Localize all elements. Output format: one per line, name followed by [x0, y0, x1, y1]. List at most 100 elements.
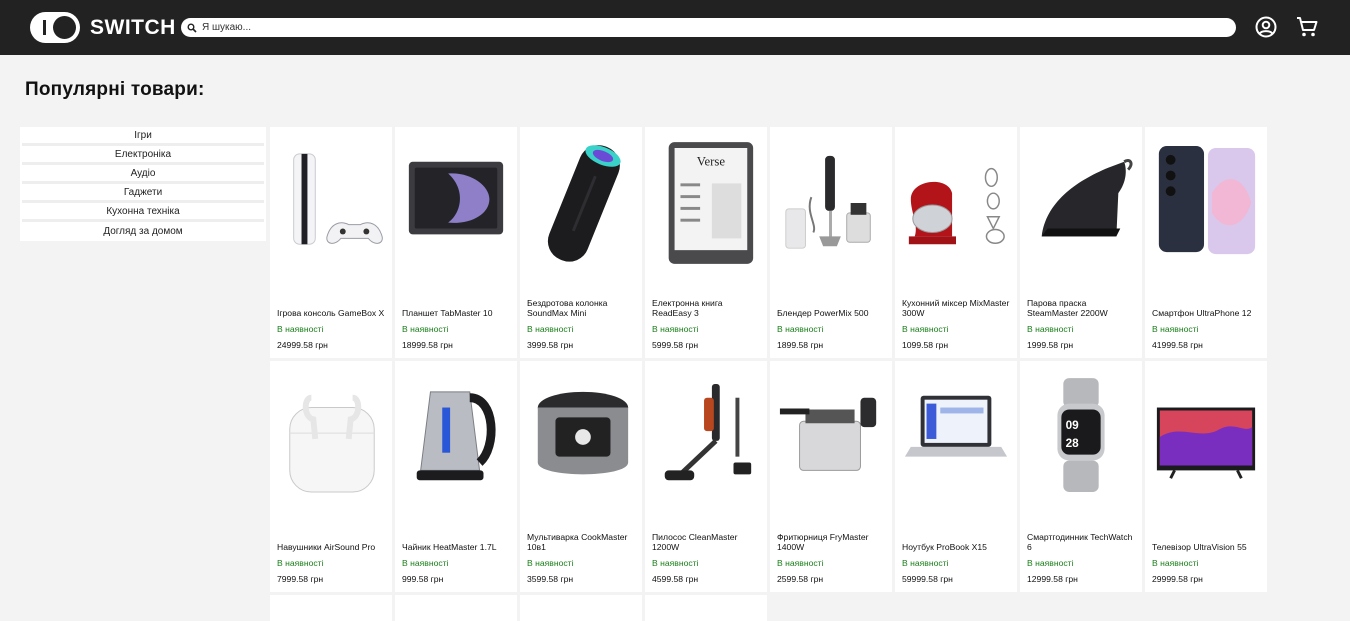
product-card[interactable]: Планшет TabMaster 10 В наявності 18999.58 … [395, 127, 517, 358]
speaker-icon[interactable] [526, 133, 636, 273]
multicooker-icon[interactable] [526, 367, 636, 507]
vacuum-icon[interactable] [651, 367, 761, 507]
stock-status: В наявності [402, 324, 449, 334]
product-name[interactable]: Телевізор UltraVision 55 [1152, 542, 1263, 552]
product-card[interactable]: Чайник HeatMaster 1.7L В наявності 999.58 … [395, 361, 517, 592]
product-price: 1999.58 грн [1027, 340, 1074, 350]
stock-status: В наявності [1027, 324, 1074, 334]
product-price: 3999.58 грн [527, 340, 574, 350]
product-name[interactable]: Ігрова консоль GameBox X [277, 308, 388, 318]
mixer-icon[interactable] [901, 133, 1011, 273]
search-input[interactable] [202, 22, 1202, 33]
product-price: 3599.58 грн [527, 574, 574, 584]
product-card[interactable]: Кухонний міксер MixMaster 300W В наявност… [895, 127, 1017, 358]
svg-text:09: 09 [1066, 419, 1080, 432]
tablet-icon[interactable] [401, 133, 511, 273]
product-name[interactable]: Ноутбук ProBook X15 [902, 542, 1013, 552]
user-icon[interactable] [1254, 15, 1278, 39]
fryer-icon[interactable] [776, 367, 886, 507]
page-title: Популярні товари: [25, 79, 205, 100]
product-price: 18999.58 грн [402, 340, 453, 350]
svg-text:Verse: Verse [697, 155, 726, 169]
product-card[interactable]: Телевізор UltraVision 55 В наявності 29999… [1145, 361, 1267, 592]
product-card[interactable]: Пилосос CleanMaster 1200W В наявності 4599… [645, 361, 767, 592]
product-price: 4599.58 грн [652, 574, 699, 584]
ebook-icon[interactable]: Verse [651, 133, 761, 273]
category-sidebar: Ігри Електроніка Аудіо Гаджети Кухонна т… [20, 127, 266, 241]
iron-icon[interactable] [1026, 133, 1136, 273]
stock-status: В наявності [777, 324, 824, 334]
product-card[interactable]: Ігрова консоль GameBox X В наявності 24999… [270, 127, 392, 358]
stock-status: В наявності [527, 324, 574, 334]
blender-icon[interactable] [776, 133, 886, 273]
stock-status: В наявності [527, 558, 574, 568]
cart-icon[interactable] [1295, 15, 1319, 39]
product-card[interactable]: Ноутбук ProBook X15 В наявності 59999.58 г… [895, 361, 1017, 592]
product-card[interactable]: Мультиварка CookMaster 10в1 В наявності 35… [520, 361, 642, 592]
product-price: 12999.58 грн [1027, 574, 1078, 584]
product-price: 41999.58 грн [1152, 340, 1203, 350]
product-name[interactable]: Бездротова колонка SoundMax Mini [527, 298, 638, 318]
stock-status: В наявності [777, 558, 824, 568]
stock-status: В наявності [1027, 558, 1074, 568]
product-name[interactable]: Пилосос CleanMaster 1200W [652, 532, 763, 552]
product-price: 1099.58 грн [902, 340, 949, 350]
category-item-gadgets[interactable]: Гаджети [22, 184, 264, 203]
product-name[interactable]: Мультиварка CookMaster 10в1 [527, 532, 638, 552]
category-item-kitchen[interactable]: Кухонна техніка [22, 203, 264, 222]
product-name[interactable]: Блендер PowerMix 500 [777, 308, 888, 318]
game-console-icon[interactable] [276, 133, 386, 273]
category-item-home-care[interactable]: Догляд за домом [22, 222, 264, 241]
search-bar[interactable] [181, 18, 1236, 37]
product-name[interactable]: Кухонний міксер MixMaster 300W [902, 298, 1013, 318]
product-price: 2599.58 грн [777, 574, 824, 584]
product-name[interactable]: Чайник HeatMaster 1.7L [402, 542, 513, 552]
product-price: 29999.58 грн [1152, 574, 1203, 584]
product-price: 1899.58 грн [777, 340, 824, 350]
earbuds-icon[interactable] [276, 367, 386, 507]
product-card[interactable] [270, 595, 392, 621]
product-price: 7999.58 грн [277, 574, 324, 584]
logo[interactable]: SWITCH [30, 12, 176, 43]
product-card[interactable]: Verse Електронна книга ReadEasy 3 В наявно… [645, 127, 767, 358]
laptop-icon[interactable] [901, 367, 1011, 507]
product-card[interactable]: Фритюрниця FryMaster 1400W В наявності 259… [770, 361, 892, 592]
stock-status: В наявності [277, 558, 324, 568]
product-card[interactable] [520, 595, 642, 621]
stock-status: В наявності [652, 324, 699, 334]
kettle-icon[interactable] [401, 367, 511, 507]
product-name[interactable]: Смартфон UltraPhone 12 [1152, 308, 1263, 318]
product-price: 59999.58 грн [902, 574, 953, 584]
stock-status: В наявності [652, 558, 699, 568]
top-header: SWITCH [0, 0, 1350, 55]
product-name[interactable]: Смартгодинник TechWatch 6 [1027, 532, 1138, 552]
product-price: 999.58 грн [402, 574, 444, 584]
stock-status: В наявності [277, 324, 324, 334]
product-name[interactable]: Планшет TabMaster 10 [402, 308, 513, 318]
product-name[interactable]: Електронна книга ReadEasy 3 [652, 298, 763, 318]
product-card[interactable]: Навушники AirSound Pro В наявності 7999.58… [270, 361, 392, 592]
product-card[interactable]: Бездротова колонка SoundMax Mini В наявно… [520, 127, 642, 358]
product-card[interactable] [395, 595, 517, 621]
product-card[interactable]: Парова праска SteamMaster 2200W В наявнос… [1020, 127, 1142, 358]
category-item-electronics[interactable]: Електроніка [22, 146, 264, 165]
tv-icon[interactable] [1151, 367, 1261, 507]
product-price: 24999.58 грн [277, 340, 328, 350]
product-card[interactable]: 09 28 Смартгодинник TechWatch 6В наявності… [1020, 361, 1142, 592]
category-item-audio[interactable]: Аудіо [22, 165, 264, 184]
product-price: 5999.58 грн [652, 340, 699, 350]
product-card[interactable]: Смартфон UltraPhone 12 В наявності 41999.5… [1145, 127, 1267, 358]
smartwatch-icon[interactable]: 0928 [1026, 367, 1136, 507]
product-name[interactable]: Парова праска SteamMaster 2200W [1027, 298, 1138, 318]
category-item-games[interactable]: Ігри [22, 127, 264, 146]
stock-status: В наявності [402, 558, 449, 568]
product-card[interactable]: Блендер PowerMix 500 В наявності 1899.58 г… [770, 127, 892, 358]
product-name[interactable]: Фритюрниця FryMaster 1400W [777, 532, 888, 552]
svg-text:28: 28 [1066, 437, 1080, 450]
smartphone-icon[interactable] [1151, 133, 1261, 273]
logo-toggle-icon [30, 12, 80, 43]
stock-status: В наявності [902, 558, 949, 568]
stock-status: В наявності [1152, 324, 1199, 334]
product-card[interactable] [645, 595, 767, 621]
product-name[interactable]: Навушники AirSound Pro [277, 542, 388, 552]
